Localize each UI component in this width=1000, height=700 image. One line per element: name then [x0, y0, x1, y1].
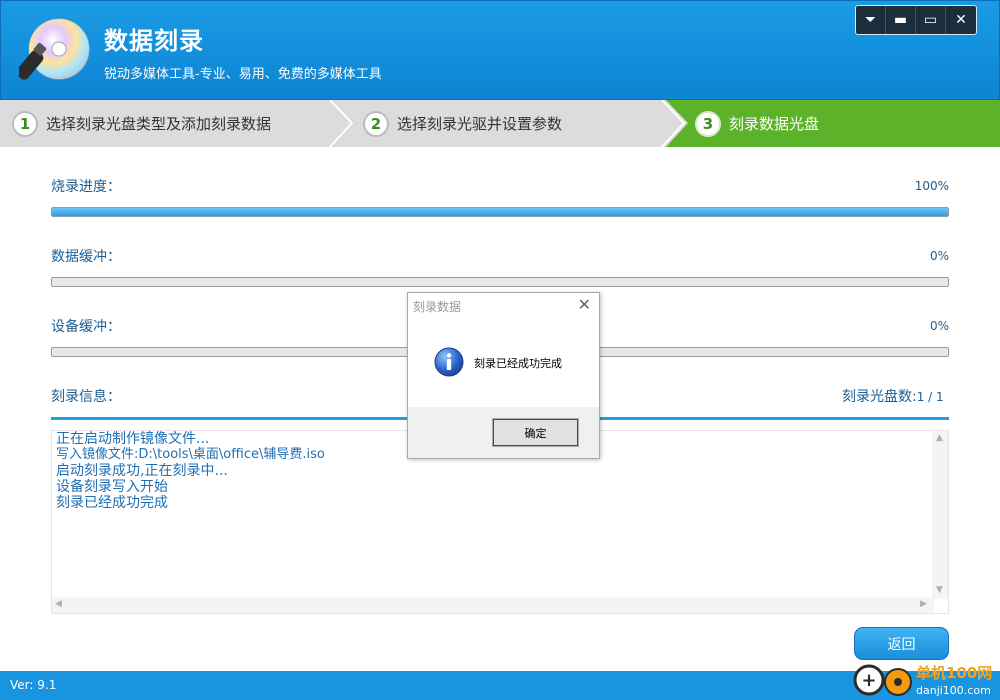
step-label: 选择刻录光盘类型及添加刻录数据 — [46, 115, 272, 133]
step-number-badge: 1 — [12, 110, 38, 137]
close-icon[interactable]: ✕ — [946, 6, 976, 34]
burn-info-label: 刻录信息： — [51, 389, 121, 405]
step-number-badge: 3 — [695, 110, 721, 137]
info-icon — [434, 347, 464, 377]
menu-icon[interactable]: ⏷ — [856, 6, 886, 34]
app-subtitle: 锐动多媒体工具-专业、易用、免费的多媒体工具 — [104, 67, 382, 82]
step-label: 选择刻录光驱并设置参数 — [397, 115, 563, 133]
app-logo-icon — [19, 18, 90, 80]
window-controls: ⏷ ▬ ▭ ✕ — [855, 5, 977, 35]
dialog-title: 刻录数据 — [413, 300, 462, 314]
dialog-footer: 确定 — [408, 407, 599, 458]
scroll-right-icon[interactable]: ▶ — [920, 599, 927, 609]
steps-bar: 1 选择刻录光盘类型及添加刻录数据 2 选择刻录光驱并设置参数 3 刻录数据光盘 — [0, 100, 1000, 147]
return-button[interactable]: 返回 — [854, 627, 949, 660]
burn-progress-percent: 100% — [914, 179, 949, 193]
maximize-icon[interactable]: ▭ — [916, 6, 946, 34]
burn-progress-bar — [51, 207, 949, 217]
burn-progress-fill — [52, 208, 948, 216]
disc-count: 刻录光盘数:1 / 1 — [842, 386, 944, 406]
watermark-url: danji100.com — [916, 684, 991, 697]
version-label: Ver: 9.1 — [10, 678, 57, 692]
log-vertical-scrollbar[interactable]: ▲ ▼ — [932, 431, 948, 599]
data-buffer-label: 数据缓冲： — [51, 249, 121, 265]
log-line: 设备刻录写入开始 — [56, 479, 168, 495]
scroll-up-icon[interactable]: ▲ — [936, 433, 943, 443]
data-buffer-percent: 0% — [929, 249, 949, 263]
log-lines: 正在启动制作镜像文件... 写入镜像文件:D:\tools\桌面\office\… — [56, 431, 325, 511]
step-1: 1 选择刻录光盘类型及添加刻录数据 — [12, 100, 271, 147]
device-buffer-percent: 0% — [929, 319, 949, 333]
minimize-icon[interactable]: ▬ — [886, 6, 916, 34]
device-buffer-label: 设备缓冲： — [51, 319, 121, 335]
watermark-logo: + 单机100网 danji100.com — [853, 664, 992, 697]
log-horizontal-scrollbar[interactable]: ◀ ▶ — [52, 597, 934, 613]
app-header: 数据刻录 锐动多媒体工具-专业、易用、免费的多媒体工具 ⏷ ▬ ▭ ✕ — [0, 0, 1000, 100]
dialog-close-icon[interactable]: ✕ — [578, 295, 591, 314]
scroll-down-icon[interactable]: ▼ — [936, 585, 943, 595]
step-2: 2 选择刻录光驱并设置参数 — [363, 100, 562, 147]
disc-count-value: 1 / 1 — [916, 390, 944, 404]
burn-complete-dialog: 刻录数据 ✕ 刻录已经成功完成 确定 — [407, 292, 600, 459]
burn-progress-label: 烧录进度： — [51, 179, 121, 195]
log-line: 正在启动制作镜像文件... — [56, 431, 210, 447]
step-number-badge: 2 — [363, 110, 389, 137]
step-label: 刻录数据光盘 — [729, 115, 820, 133]
dialog-ok-button[interactable]: 确定 — [492, 418, 579, 447]
log-line: 启动刻录成功,正在刻录中... — [56, 463, 228, 479]
watermark-text: 单机100网 — [916, 664, 992, 682]
disc-count-label: 刻录光盘数: — [842, 389, 917, 405]
log-line: 刻录已经成功完成 — [56, 495, 168, 511]
step-3: 3 刻录数据光盘 — [695, 100, 819, 147]
log-line: 写入镜像文件:D:\tools\桌面\office\辅导费.iso — [56, 447, 325, 462]
app-title: 数据刻录 — [104, 27, 204, 55]
svg-text:+: + — [861, 670, 876, 691]
dialog-message: 刻录已经成功完成 — [474, 357, 562, 370]
data-buffer-bar — [51, 277, 949, 287]
scroll-left-icon[interactable]: ◀ — [55, 599, 62, 609]
